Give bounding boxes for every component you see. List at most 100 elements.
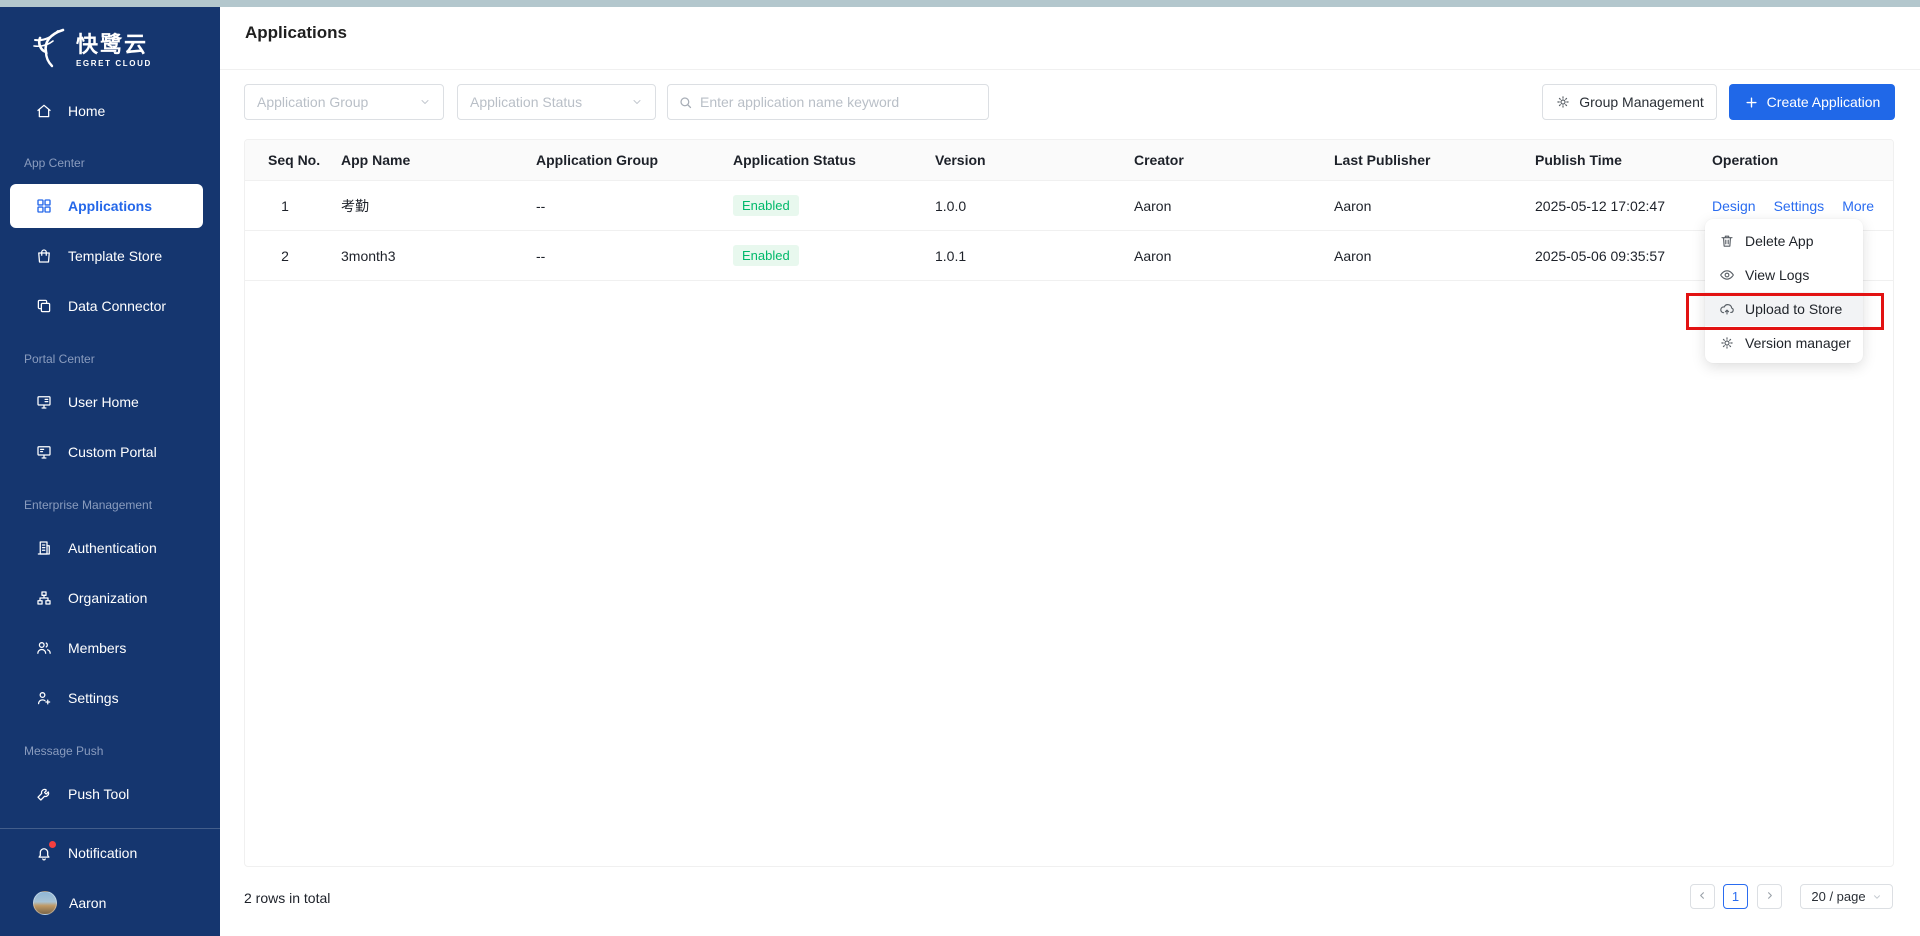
group-management-button[interactable]: Group Management	[1542, 84, 1717, 120]
application-group-select[interactable]: Application Group	[244, 84, 444, 120]
trash-icon	[1719, 233, 1735, 249]
page-number: 1	[1731, 889, 1740, 904]
sidebar-item-user-home[interactable]: User Home	[0, 382, 220, 422]
sidebar: 快鹭云 EGRET CLOUD Home App Center Applicat…	[0, 0, 220, 936]
cell-operation: Design Settings More	[1696, 198, 1895, 214]
more-link[interactable]: More	[1842, 198, 1874, 214]
cell-creator: Aaron	[1134, 247, 1172, 264]
pagination-page-1[interactable]: 1	[1723, 884, 1748, 909]
column-header-operation: Operation	[1712, 152, 1779, 168]
sidebar-item-label: Organization	[68, 590, 148, 606]
notification-bell-icon	[35, 841, 56, 862]
building-icon	[35, 539, 53, 557]
home-icon	[35, 102, 53, 120]
sidebar-item-members[interactable]: Members	[0, 628, 220, 668]
column-header-app-name: App Name	[341, 152, 411, 168]
status-badge: Enabled	[733, 195, 799, 216]
cell-status: Enabled	[717, 245, 919, 266]
notification-badge-dot	[49, 841, 56, 848]
sidebar-item-custom-portal[interactable]: Custom Portal	[0, 432, 220, 472]
eye-icon	[1719, 267, 1735, 283]
menu-item-upload-to-store[interactable]: Upload to Store	[1705, 292, 1863, 326]
menu-item-label: Delete App	[1745, 233, 1814, 249]
page-size-select[interactable]: 20 / page	[1800, 884, 1893, 909]
page-size-value: 20 / page	[1811, 889, 1866, 904]
plus-icon	[1744, 95, 1759, 110]
user-plus-icon	[35, 689, 53, 707]
sidebar-section-portal-center: Portal Center	[24, 352, 95, 366]
menu-item-label: Upload to Store	[1745, 301, 1843, 317]
cell-group: --	[536, 247, 546, 264]
org-chart-icon	[35, 589, 53, 607]
sidebar-item-push-tool[interactable]: Push Tool	[0, 774, 220, 814]
sidebar-item-label: Applications	[68, 198, 153, 214]
monitor-icon	[35, 393, 53, 411]
user-avatar	[33, 891, 57, 915]
column-header-status: Application Status	[733, 152, 856, 168]
more-dropdown-menu: Delete App View Logs Upload to Store Ver…	[1705, 219, 1863, 363]
sidebar-section-message-push: Message Push	[24, 744, 104, 758]
brand-title: 快鹭云	[76, 31, 149, 57]
cell-status: Enabled	[717, 195, 919, 216]
sidebar-item-label: Template Store	[68, 248, 163, 264]
sidebar-item-label: Settings	[68, 690, 119, 706]
gear-icon	[1719, 335, 1735, 351]
column-header-publish-time: Publish Time	[1535, 152, 1622, 168]
column-header-last-publisher: Last Publisher	[1334, 152, 1431, 168]
sidebar-item-home[interactable]: Home	[0, 91, 220, 131]
sidebar-item-user-profile[interactable]: Aaron	[0, 883, 220, 923]
cell-version: 1.0.1	[935, 247, 967, 264]
column-header-group: Application Group	[536, 152, 659, 168]
design-link[interactable]: Design	[1712, 198, 1756, 214]
column-header-version: Version	[935, 152, 986, 168]
status-badge: Enabled	[733, 245, 799, 266]
menu-item-version-manager[interactable]: Version manager	[1705, 326, 1863, 360]
chevron-down-icon	[419, 96, 431, 108]
sidebar-section-enterprise-management: Enterprise Management	[24, 498, 153, 512]
cell-version: 1.0.0	[935, 197, 967, 214]
search-box	[667, 84, 989, 120]
search-input[interactable]	[700, 94, 978, 110]
create-application-button[interactable]: Create Application	[1729, 84, 1895, 120]
settings-link[interactable]: Settings	[1774, 198, 1825, 214]
cell-creator: Aaron	[1134, 197, 1172, 214]
sidebar-item-notification[interactable]: Notification	[0, 833, 220, 873]
pagination-prev-button[interactable]	[1690, 884, 1715, 909]
menu-item-view-logs[interactable]: View Logs	[1705, 258, 1863, 292]
window-top-strip	[0, 0, 1920, 7]
cloud-upload-icon	[1719, 301, 1735, 317]
sidebar-divider	[0, 828, 220, 829]
menu-item-delete-app[interactable]: Delete App	[1705, 224, 1863, 258]
sidebar-item-label: Members	[68, 640, 127, 656]
sidebar-section-app-center: App Center	[24, 156, 85, 170]
sidebar-item-organization[interactable]: Organization	[0, 578, 220, 618]
users-icon	[35, 639, 53, 657]
select-placeholder: Application Group	[257, 94, 369, 110]
sidebar-item-settings[interactable]: Settings	[0, 678, 220, 718]
sidebar-item-authentication[interactable]: Authentication	[0, 528, 220, 568]
gear-icon	[1555, 94, 1571, 110]
wrench-icon	[35, 785, 53, 803]
sidebar-item-label: User Home	[68, 394, 139, 410]
button-label: Group Management	[1579, 94, 1704, 110]
cell-publish-time: 2025-05-06 09:35:57	[1535, 247, 1665, 264]
sidebar-item-label: Data Connector	[68, 298, 167, 314]
pagination-next-button[interactable]	[1757, 884, 1782, 909]
applications-grid-icon	[35, 197, 53, 215]
sidebar-item-data-connector[interactable]: Data Connector	[0, 286, 220, 326]
application-status-select[interactable]: Application Status	[457, 84, 656, 120]
sidebar-item-label: Push Tool	[68, 786, 130, 802]
chevron-down-icon	[631, 96, 643, 108]
header-divider	[220, 69, 1920, 70]
brand-subtitle: EGRET CLOUD	[76, 58, 152, 68]
chevron-down-icon	[1872, 892, 1882, 902]
menu-item-label: View Logs	[1745, 267, 1810, 283]
button-label: Create Application	[1766, 94, 1881, 110]
cell-last-publisher: Aaron	[1334, 247, 1372, 264]
page-title: Applications	[245, 23, 348, 42]
total-rows-label: 2 rows in total	[244, 890, 331, 906]
cell-app-name: 3month3	[341, 247, 396, 264]
sidebar-item-applications[interactable]: Applications	[10, 184, 203, 228]
brand-logo: 快鹭云 EGRET CLOUD	[33, 27, 152, 74]
sidebar-item-template-store[interactable]: Template Store	[0, 236, 220, 276]
